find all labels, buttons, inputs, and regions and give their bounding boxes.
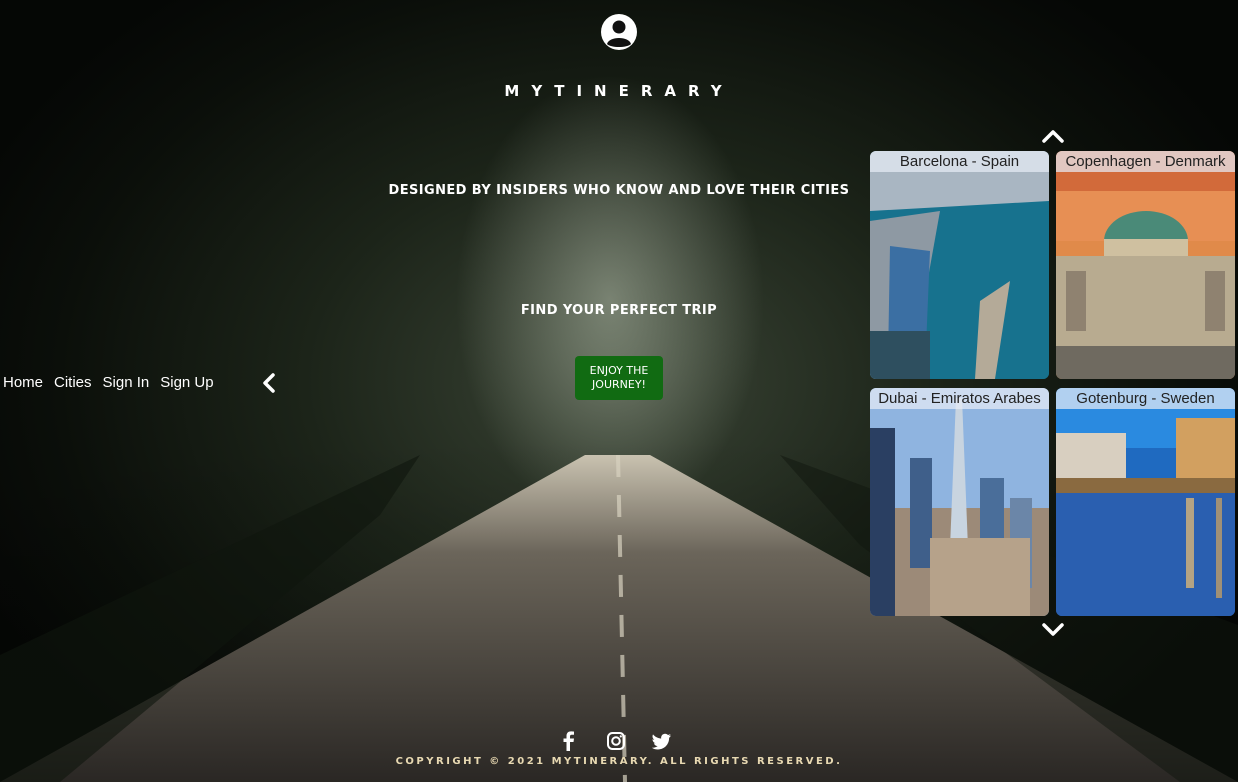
facebook-icon[interactable] xyxy=(563,731,575,751)
twitter-icon[interactable] xyxy=(651,733,671,750)
main-nav: Home Cities Sign In Sign Up xyxy=(3,374,225,391)
hero-subtitle: FIND YOUR PERFECT TRIP xyxy=(520,303,718,318)
copyright-text: COPYRIGHT © 2021 MYTINERARY. ALL RIGHTS … xyxy=(395,756,843,767)
nav-cities-link[interactable]: Cities xyxy=(54,374,92,391)
city-image xyxy=(870,388,1049,616)
nav-home-link[interactable]: Home xyxy=(3,374,43,391)
city-image xyxy=(870,151,1049,379)
instagram-icon[interactable] xyxy=(607,732,625,750)
nav-sign-up-link[interactable]: Sign Up xyxy=(160,374,213,391)
city-image xyxy=(1056,151,1235,379)
city-card[interactable]: Gotenburg - Sweden xyxy=(1056,388,1235,616)
header: MYTINERARY xyxy=(0,0,1238,130)
city-card[interactable]: Dubai - Emiratos Arabes xyxy=(870,388,1049,616)
city-card-label: Copenhagen - Denmark xyxy=(1056,151,1235,172)
chevron-left-icon[interactable] xyxy=(260,372,278,394)
city-image xyxy=(1056,388,1235,616)
city-card[interactable]: Barcelona - Spain xyxy=(870,151,1049,379)
city-card-label: Dubai - Emiratos Arabes xyxy=(870,388,1049,409)
user-avatar-icon[interactable] xyxy=(600,13,638,51)
social-links xyxy=(563,731,671,751)
chevron-up-icon[interactable] xyxy=(1041,128,1065,144)
enjoy-journey-button[interactable]: ENJOY THE JOURNEY! xyxy=(575,356,663,400)
city-card-label: Gotenburg - Sweden xyxy=(1056,388,1235,409)
chevron-down-icon[interactable] xyxy=(1041,622,1065,638)
city-card[interactable]: Copenhagen - Denmark xyxy=(1056,151,1235,379)
hero-tagline: DESIGNED BY INSIDERS WHO KNOW AND LOVE T… xyxy=(388,183,850,198)
brand-title: MYTINERARY xyxy=(504,82,734,100)
city-card-label: Barcelona - Spain xyxy=(870,151,1049,172)
nav-sign-in-link[interactable]: Sign In xyxy=(103,374,150,391)
